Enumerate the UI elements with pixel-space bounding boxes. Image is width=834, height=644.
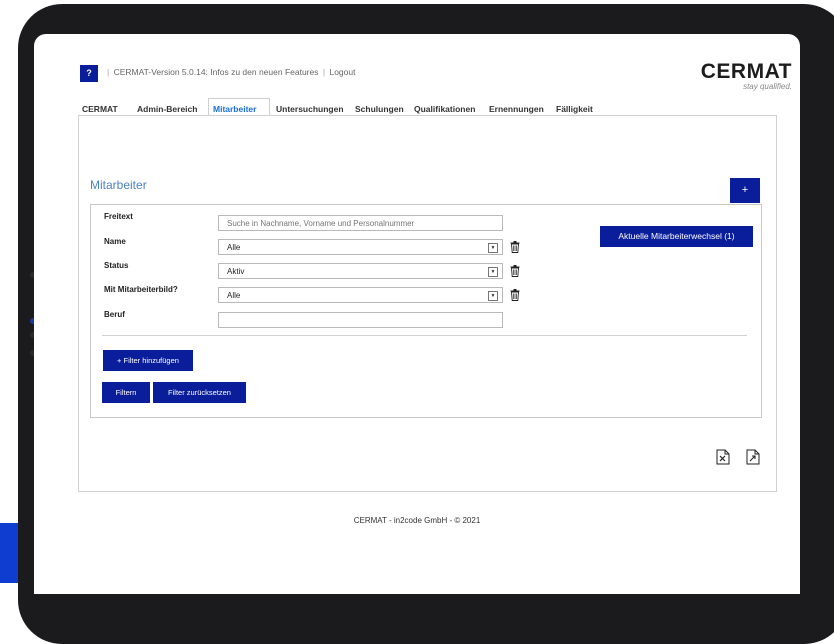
name-label: Name (104, 237, 126, 246)
chevron-down-icon: ▼ (488, 267, 498, 277)
tab-qualifikationen[interactable]: Qualifikationen (414, 104, 475, 114)
tab-faelligkeit[interactable]: Fälligkeit (556, 104, 593, 114)
bild-label: Mit Mitarbeiterbild? (104, 285, 178, 294)
name-select-value: Alle (227, 243, 240, 252)
excel-export-icon[interactable] (716, 449, 730, 465)
add-filter-button[interactable]: + Filter hinzufügen (103, 350, 193, 371)
mitarbeiterwechsel-button[interactable]: Aktuelle Mitarbeiterwechsel (1) (600, 226, 753, 247)
beruf-input[interactable] (218, 312, 503, 328)
tab-cermat[interactable]: CERMAT (82, 104, 118, 114)
trash-icon[interactable] (510, 265, 520, 277)
chevron-down-icon: ▼ (488, 243, 498, 253)
bild-select-value: Alle (227, 291, 240, 300)
tab-schulungen[interactable]: Schulungen (355, 104, 404, 114)
divider (102, 335, 747, 336)
beruf-label: Beruf (104, 310, 125, 319)
file-export-icon[interactable] (746, 449, 760, 465)
name-select[interactable]: Alle ▼ (218, 239, 503, 255)
reset-filter-button[interactable]: Filter zurücksetzen (153, 382, 246, 403)
chevron-down-icon: ▼ (488, 291, 498, 301)
footer-text: CERMAT - in2code GmbH - © 2021 (34, 516, 800, 525)
logo-text: CERMAT (701, 61, 792, 82)
top-info-line: | CERMAT-Version 5.0.14: Infos zu den ne… (105, 67, 355, 77)
tab-admin-bereich[interactable]: Admin-Bereich (137, 104, 197, 114)
tab-untersuchungen[interactable]: Untersuchungen (276, 104, 344, 114)
freitext-input[interactable] (218, 215, 503, 231)
trash-icon[interactable] (510, 289, 520, 301)
add-employee-button[interactable]: + (730, 178, 760, 203)
freitext-label: Freitext (104, 212, 133, 221)
filter-button[interactable]: Filtern (102, 382, 150, 403)
status-select[interactable]: Aktiv ▼ (218, 263, 503, 279)
logout-link[interactable]: Logout (329, 67, 355, 77)
version-link[interactable]: CERMAT-Version 5.0.14: Infos zu den neue… (114, 67, 319, 77)
page-title: Mitarbeiter (90, 178, 147, 192)
cermat-logo: CERMAT stay qualified. (701, 61, 792, 91)
help-button[interactable]: ? (80, 65, 98, 82)
tab-mitarbeiter[interactable]: Mitarbeiter (213, 104, 256, 114)
status-label: Status (104, 261, 128, 270)
trash-icon[interactable] (510, 241, 520, 253)
app-screen: ? | CERMAT-Version 5.0.14: Infos zu den … (34, 34, 800, 594)
status-select-value: Aktiv (227, 267, 244, 276)
logo-tagline: stay qualified. (701, 82, 792, 91)
tab-ernennungen[interactable]: Ernennungen (489, 104, 544, 114)
bild-select[interactable]: Alle ▼ (218, 287, 503, 303)
